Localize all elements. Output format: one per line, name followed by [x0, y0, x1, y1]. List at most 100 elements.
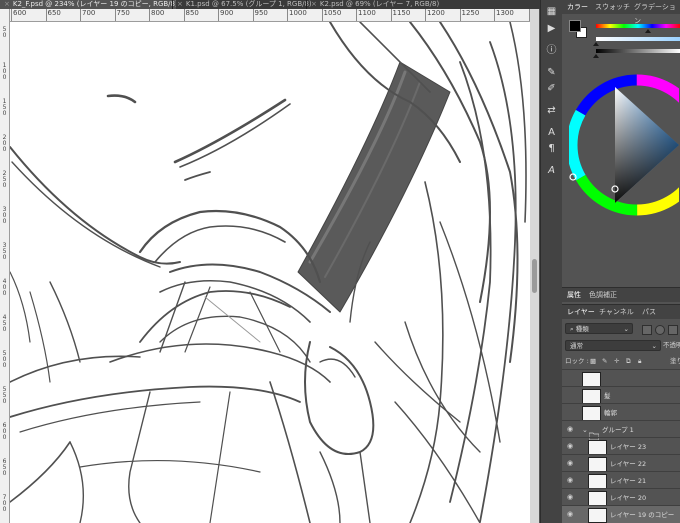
layer-row[interactable]: ◉ レイヤー 20: [562, 488, 680, 506]
chevron-down-icon: ⌄: [651, 342, 657, 350]
ruler-tick-label: 1200: [427, 9, 445, 17]
brush-settings-icon[interactable]: ✎: [544, 66, 559, 80]
layer-row[interactable]: ◉ レイヤー 21: [562, 471, 680, 489]
lock-transparent-icon[interactable]: ▩: [590, 355, 596, 367]
tab-paths[interactable]: パス: [642, 305, 656, 319]
document-tab-bar: × K2_F.psd @ 234% (レイヤー 19 のコピー, RGB/8) ×…: [0, 0, 540, 9]
layer-row[interactable]: ◉ レイヤー 19 のコピー: [562, 505, 680, 523]
layer-thumbnail[interactable]: [588, 491, 607, 506]
doc-tab-k2f[interactable]: × K2_F.psd @ 234% (レイヤー 19 のコピー, RGB/8): [0, 0, 176, 9]
brightness-slider-handle[interactable]: [593, 54, 599, 58]
ruler-tick-line: [459, 9, 461, 21]
brush-icon[interactable]: ✐: [544, 82, 559, 96]
layer-filter-value: 種類: [575, 325, 589, 333]
lock-all-icon[interactable]: 🔒︎: [638, 355, 641, 367]
tab-color[interactable]: カラー: [567, 0, 588, 14]
lock-row: ロック : ▩ ✎ ✛ ⧉ 🔒︎ 塗り: [562, 355, 680, 367]
layer-thumbnail[interactable]: [588, 440, 607, 455]
layers-list: 髪輪郭 ◉ ⌄ グループ 1 ◉ レイヤー 23 ◉ レイヤー 22 ◉ レイヤー 21 ◉ レイヤー…: [562, 369, 680, 523]
visibility-eye-icon[interactable]: ◉: [566, 442, 574, 450]
ruler-tick-label: 1150: [392, 9, 411, 17]
scrollbar-thumb[interactable]: [532, 259, 537, 293]
ruler-tick-label: 200: [2, 134, 7, 153]
visibility-eye-icon[interactable]: [566, 408, 574, 416]
layer-thumbnail[interactable]: [588, 474, 607, 489]
close-icon[interactable]: ×: [311, 0, 317, 8]
doc-tab-k1[interactable]: × K1.psd @ 67.5% (グループ 1, RGB/8): [172, 0, 311, 9]
panel-icon-strip: ▦ ▶ ⓘ ✎ ✐ ⇄ A ¶ A: [540, 0, 562, 523]
doc-tab-label: K2.psd @ 69% (レイヤー 7, RGB/8): [319, 0, 440, 8]
tab-swatches[interactable]: スウォッチ: [595, 0, 630, 14]
horizontal-ruler[interactable]: 600 650 700 750 800 850 900 950 1000 1050 1100 1150…: [9, 9, 530, 22]
ruler-tick-label: 950: [254, 9, 268, 17]
layer-thumbnail[interactable]: [588, 457, 607, 472]
character-icon[interactable]: A: [544, 126, 559, 140]
ruler-tick-label: 250: [2, 170, 7, 189]
ruler-tick-line: [321, 9, 323, 21]
play-icon[interactable]: ▶: [544, 22, 559, 36]
ruler-tick-line: [11, 9, 12, 21]
brightness-slider[interactable]: [596, 49, 680, 53]
tab-adjustments[interactable]: 色調補正: [589, 288, 617, 302]
lock-artboard-icon[interactable]: ⧉: [626, 355, 631, 367]
close-icon[interactable]: ×: [177, 0, 183, 8]
ruler-tick-line: [149, 9, 150, 21]
visibility-eye-icon[interactable]: [566, 374, 574, 382]
layer-filter-select[interactable]: ⌕ 種類 ⌄: [565, 323, 633, 334]
info-icon[interactable]: ⓘ: [544, 44, 559, 58]
color-panel-tabs: カラー スウォッチ グラデーション: [562, 0, 680, 25]
visibility-eye-icon[interactable]: ◉: [566, 425, 574, 433]
lock-image-icon[interactable]: ✎: [602, 355, 607, 367]
close-icon[interactable]: ×: [4, 0, 10, 8]
visibility-eye-icon[interactable]: ◉: [566, 459, 574, 467]
color-wheel[interactable]: [569, 65, 679, 225]
tab-gradients[interactable]: グラデーション: [634, 0, 680, 25]
document-canvas[interactable]: [10, 22, 530, 523]
filter-type-icon[interactable]: [668, 325, 678, 335]
layer-row[interactable]: ◉ レイヤー 22: [562, 454, 680, 472]
paragraph-icon[interactable]: ¶: [544, 142, 559, 156]
layer-thumbnail[interactable]: [582, 372, 601, 387]
tab-properties[interactable]: 属性: [567, 288, 581, 302]
ruler-tick-line: [287, 9, 288, 21]
ruler-tick-label: 1250: [461, 9, 480, 17]
layer-row[interactable]: ◉ レイヤー 23: [562, 437, 680, 455]
lock-position-icon[interactable]: ✛: [614, 355, 619, 367]
layer-thumbnail[interactable]: [582, 406, 601, 421]
layer-thumbnail[interactable]: [588, 508, 607, 523]
ruler-tick-line: [183, 9, 185, 21]
layer-thumbnail[interactable]: [582, 389, 601, 404]
doc-tab-k2[interactable]: × K2.psd @ 69% (レイヤー 7, RGB/8): [306, 0, 540, 9]
glyph-icon[interactable]: A: [544, 164, 559, 178]
ruler-tick-label: 450: [2, 314, 7, 333]
ruler-tick-label: 350: [2, 242, 7, 261]
ruler-tick-label: 50: [2, 26, 7, 39]
layer-row[interactable]: 髪: [562, 386, 680, 404]
vertical-scrollbar[interactable]: [530, 9, 539, 523]
adjust-icon[interactable]: ⇄: [544, 104, 559, 118]
hue-slider-handle[interactable]: [645, 29, 651, 33]
filter-adjustment-icon[interactable]: [655, 325, 665, 335]
tab-channels[interactable]: チャンネル: [599, 305, 634, 319]
arrange-icon[interactable]: ▦: [544, 5, 559, 19]
layers-panel-tabs: レイヤー チャンネル パス: [562, 304, 680, 319]
filter-pixel-icon[interactable]: [642, 325, 652, 335]
layer-row[interactable]: ◉ ⌄ グループ 1: [562, 420, 680, 441]
visibility-eye-icon[interactable]: ◉: [566, 493, 574, 501]
layer-row[interactable]: [562, 369, 680, 387]
tab-layers[interactable]: レイヤー: [567, 305, 595, 319]
saturation-slider[interactable]: [596, 37, 680, 41]
vertical-ruler[interactable]: 50 100 150 200 250 300 350 400 450 500 550 600 650 70…: [0, 9, 10, 523]
layer-row[interactable]: 輪郭: [562, 403, 680, 421]
ruler-tick-label: 400: [2, 278, 7, 297]
chevron-down-icon: ⌄: [623, 325, 629, 333]
ruler-tick-label: 1100: [358, 9, 376, 17]
foreground-color-swatch[interactable]: [569, 20, 581, 32]
blend-mode-select[interactable]: 通常 ⌄: [565, 340, 661, 351]
visibility-eye-icon[interactable]: ◉: [566, 476, 574, 484]
hue-slider[interactable]: [596, 24, 680, 28]
ruler-tick-label: 1050: [323, 9, 342, 17]
visibility-eye-icon[interactable]: [566, 391, 574, 399]
saturation-slider-handle[interactable]: [593, 42, 599, 46]
visibility-eye-icon[interactable]: ◉: [566, 510, 574, 518]
